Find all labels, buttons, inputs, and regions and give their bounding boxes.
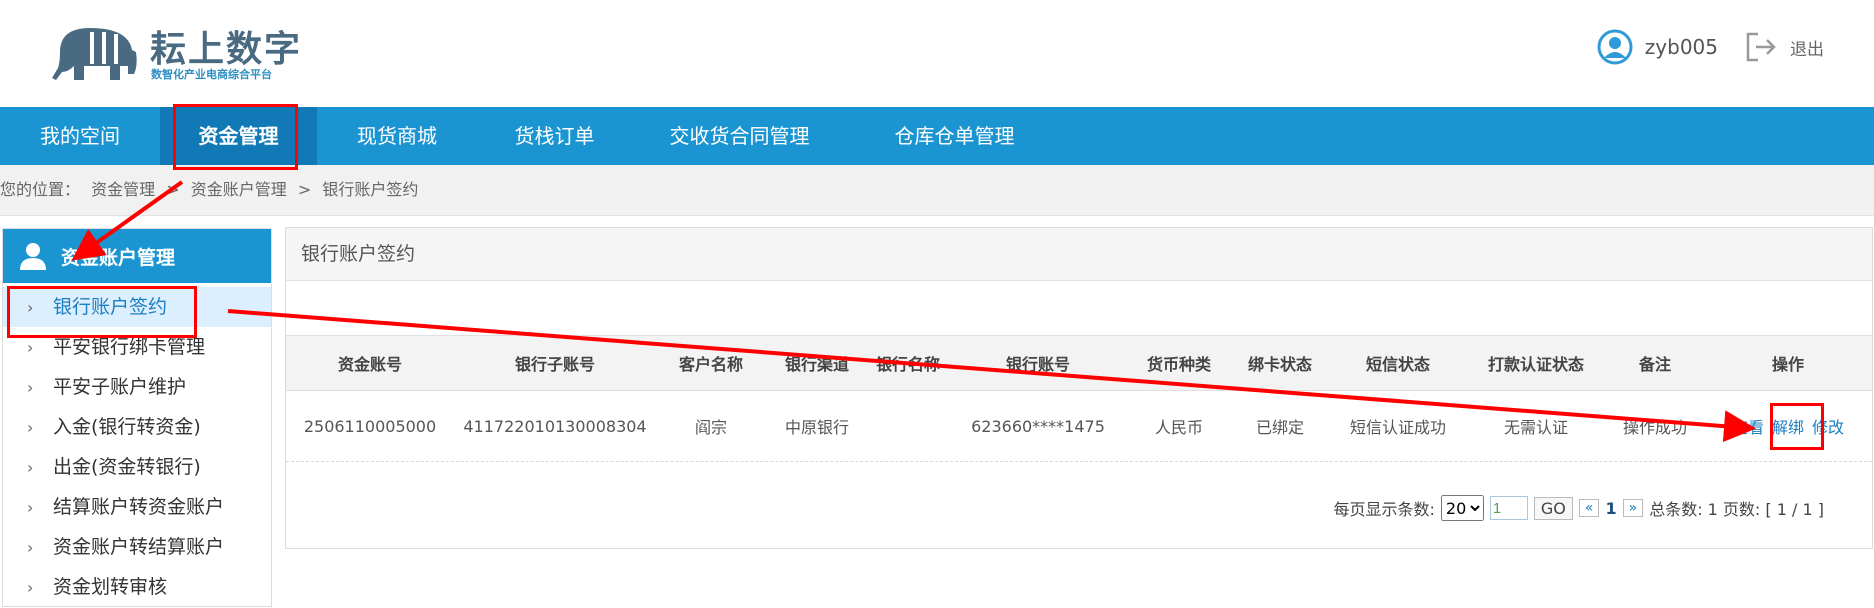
nav-delivery-contracts[interactable]: 交收货合同管理 bbox=[632, 107, 847, 165]
breadcrumb-separator: > bbox=[166, 180, 180, 199]
sidebar-item-label: 结算账户转资金账户 bbox=[53, 496, 225, 518]
sidebar-item-label: 入金(银行转资金) bbox=[53, 416, 201, 438]
cell-remark: 操作成功 bbox=[1622, 418, 1687, 437]
col-payment-verify-status: 打款认证状态 bbox=[1487, 355, 1584, 374]
chevron-right-icon: › bbox=[27, 578, 34, 597]
col-fund-account: 资金账号 bbox=[337, 355, 402, 374]
cell-payment-verify-status: 无需认证 bbox=[1503, 418, 1568, 437]
chevron-right-icon: › bbox=[27, 418, 34, 437]
cell-bank-account: 623660****1475 bbox=[971, 416, 1105, 436]
header: 耘上数字 数智化产业电商综合平台 zyb005 退出 bbox=[0, 0, 1874, 107]
sidebar-item-label: 资金账户转结算账户 bbox=[53, 536, 225, 558]
sidebar-title: 资金账户管理 bbox=[61, 246, 176, 269]
current-page[interactable]: 1 bbox=[1605, 499, 1616, 518]
col-binding-status: 绑卡状态 bbox=[1247, 355, 1312, 374]
per-page-label: 每页显示条数: bbox=[1333, 500, 1435, 519]
pagination: 每页显示条数: 20 GO « 1 » 总条数: 1 页数: [ 1 / 1 ] bbox=[1333, 495, 1824, 521]
table-row: 2506110005000 411722010130008304 阎宗 中原银行… bbox=[286, 391, 1872, 462]
logo-subtitle: 数智化产业电商综合平台 bbox=[151, 68, 272, 81]
username[interactable]: zyb005 bbox=[1645, 35, 1718, 59]
col-bank-channel: 银行渠道 bbox=[784, 355, 849, 374]
breadcrumb-fund-account[interactable]: 资金账户管理 bbox=[191, 180, 287, 199]
user-area: zyb005 退出 bbox=[1597, 27, 1824, 67]
cell-bank-subaccount: 411722010130008304 bbox=[463, 416, 647, 436]
breadcrumb: 您的位置： 资金管理 > 资金账户管理 > 银行账户签约 bbox=[0, 165, 1874, 216]
view-link[interactable]: 查看 bbox=[1732, 418, 1764, 437]
sidebar-item-label: 出金(资金转银行) bbox=[53, 456, 201, 478]
sidebar-item-withdraw[interactable]: › 出金(资金转银行) bbox=[3, 447, 271, 487]
col-bank-name: 银行名称 bbox=[875, 355, 940, 374]
sidebar-header[interactable]: 资金账户管理 bbox=[3, 229, 271, 283]
panel-title: 银行账户签约 bbox=[286, 228, 1872, 281]
sidebar-item-label: 平安子账户维护 bbox=[53, 376, 187, 398]
col-bank-account: 银行账号 bbox=[1005, 355, 1070, 374]
per-page-select[interactable]: 20 bbox=[1440, 495, 1484, 521]
breadcrumb-prefix: 您的位置： bbox=[0, 180, 81, 199]
sidebar: 资金账户管理 › 银行账户签约 › 平安银行绑卡管理 › 平安子账户维护 › 入金(银行… bbox=[2, 228, 272, 607]
chevron-right-icon: › bbox=[27, 538, 34, 557]
next-page-button[interactable]: » bbox=[1622, 499, 1644, 517]
col-currency: 货币种类 bbox=[1146, 355, 1211, 374]
sidebar-item-deposit[interactable]: › 入金(银行转资金) bbox=[3, 407, 271, 447]
cell-sms-status: 短信认证成功 bbox=[1349, 418, 1446, 437]
prev-page-button[interactable]: « bbox=[1578, 499, 1600, 517]
sidebar-item-settlement-to-fund[interactable]: › 结算账户转资金账户 bbox=[3, 487, 271, 527]
nav-warehouse-receipts[interactable]: 仓库仓单管理 bbox=[847, 107, 1062, 165]
cell-fund-account: 2506110005000 bbox=[303, 416, 437, 436]
chevron-right-icon: › bbox=[27, 378, 34, 397]
col-customer-name: 客户名称 bbox=[678, 355, 743, 374]
breadcrumb-current: 银行账户签约 bbox=[322, 180, 419, 199]
sidebar-item-pingan-subaccount[interactable]: › 平安子账户维护 bbox=[3, 367, 271, 407]
annotation-box-sidebar-item bbox=[7, 286, 197, 338]
annotation-box-unbind bbox=[1770, 403, 1824, 450]
nav-spot-mall[interactable]: 现货商城 bbox=[317, 107, 477, 165]
sidebar-item-label: 平安银行绑卡管理 bbox=[53, 336, 206, 358]
table-header: 资金账号 银行子账号 客户名称 银行渠道 银行名称 银行账号 货币种类 绑卡状态… bbox=[286, 335, 1872, 391]
chevron-right-icon: › bbox=[27, 458, 34, 477]
pager-summary: 总条数: 1 页数: [ 1 / 1 ] bbox=[1649, 500, 1824, 519]
person-icon bbox=[20, 243, 46, 270]
cell-binding-status: 已绑定 bbox=[1255, 418, 1304, 437]
sidebar-item-label: 资金划转审核 bbox=[53, 576, 168, 598]
sidebar-item-fund-to-settlement[interactable]: › 资金账户转结算账户 bbox=[3, 527, 271, 567]
breadcrumb-separator: > bbox=[297, 180, 312, 199]
nav-my-space[interactable]: 我的空间 bbox=[0, 107, 160, 165]
logout-icon[interactable] bbox=[1744, 30, 1778, 64]
col-bank-subaccount: 银行子账号 bbox=[514, 355, 595, 374]
cell-bank-channel: 中原银行 bbox=[784, 418, 849, 437]
main-panel: 银行账户签约 资金账号 银行子账号 客户名称 银行渠道 银行名称 银行账号 货币… bbox=[285, 227, 1873, 549]
sidebar-item-transfer-review[interactable]: › 资金划转审核 bbox=[3, 567, 271, 607]
breadcrumb-fund-management[interactable]: 资金管理 bbox=[91, 180, 155, 199]
go-button[interactable]: GO bbox=[1533, 496, 1573, 520]
logout-link[interactable]: 退出 bbox=[1790, 35, 1824, 60]
cell-customer-name: 阎宗 bbox=[694, 418, 727, 437]
annotation-box-nav bbox=[173, 104, 298, 170]
elephant-logo-icon bbox=[52, 28, 137, 80]
col-sms-status: 短信状态 bbox=[1365, 355, 1430, 374]
page-number-input[interactable] bbox=[1489, 496, 1528, 520]
col-actions: 操作 bbox=[1771, 355, 1804, 374]
accounts-table: 资金账号 银行子账号 客户名称 银行渠道 银行名称 银行账号 货币种类 绑卡状态… bbox=[286, 335, 1872, 462]
user-avatar-icon[interactable] bbox=[1597, 29, 1633, 65]
col-remark: 备注 bbox=[1638, 355, 1671, 374]
logo-title: 耘上数字 bbox=[150, 29, 303, 70]
nav-warehouse-orders[interactable]: 货栈订单 bbox=[477, 107, 632, 165]
cell-currency: 人民币 bbox=[1154, 418, 1203, 437]
chevron-right-icon: › bbox=[27, 498, 34, 517]
